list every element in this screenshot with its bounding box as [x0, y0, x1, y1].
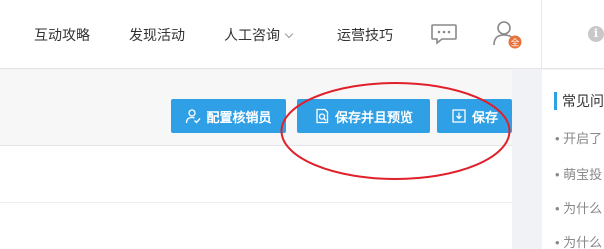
- config-verifier-button[interactable]: 配置核销员: [171, 99, 286, 133]
- content-divider: [0, 202, 512, 203]
- nav-item-operation-tips[interactable]: 运营技巧: [337, 25, 393, 45]
- save-and-preview-button[interactable]: 保存并且预览: [297, 99, 430, 133]
- faq-title-marker: [554, 92, 557, 110]
- preview-icon: [316, 108, 329, 124]
- faq-title: 常见问: [562, 93, 604, 109]
- save-label: 保存: [471, 109, 498, 125]
- config-verifier-label: 配置核销员: [206, 109, 272, 125]
- nav-item-human-consult-label: 人工咨询: [224, 27, 280, 43]
- nav-item-interaction-guide[interactable]: 互动攻略: [34, 25, 90, 45]
- faq-sidebar: 常见问 • 开启了 • 萌宝投 • 为什么 • 为什么: [542, 70, 604, 249]
- save-icon: [452, 109, 466, 123]
- save-button[interactable]: 保存: [437, 99, 512, 133]
- faq-item[interactable]: • 开启了: [555, 128, 602, 147]
- faq-item[interactable]: • 为什么: [555, 198, 602, 217]
- top-nav-bar: 互动攻略 发现活动 人工咨询 运营技巧 全 i: [0, 0, 604, 69]
- chevron-down-icon: [284, 29, 294, 39]
- faq-item[interactable]: • 萌宝投: [555, 164, 602, 183]
- user-check-icon: [186, 109, 202, 124]
- user-icon[interactable]: 全: [492, 19, 522, 49]
- save-and-preview-label: 保存并且预览: [334, 109, 413, 125]
- action-toolbar: 配置核销员 保存并且预览 保存: [0, 70, 512, 146]
- main-panel: 配置核销员 保存并且预览 保存: [0, 70, 512, 249]
- nav-item-human-consult[interactable]: 人工咨询: [224, 25, 294, 45]
- nav-item-discover-activities[interactable]: 发现活动: [129, 25, 185, 45]
- divider: [541, 0, 542, 69]
- user-badge: 全: [511, 37, 520, 48]
- faq-item[interactable]: • 为什么: [555, 232, 602, 249]
- message-icon[interactable]: [430, 22, 458, 46]
- info-icon[interactable]: i: [588, 26, 604, 42]
